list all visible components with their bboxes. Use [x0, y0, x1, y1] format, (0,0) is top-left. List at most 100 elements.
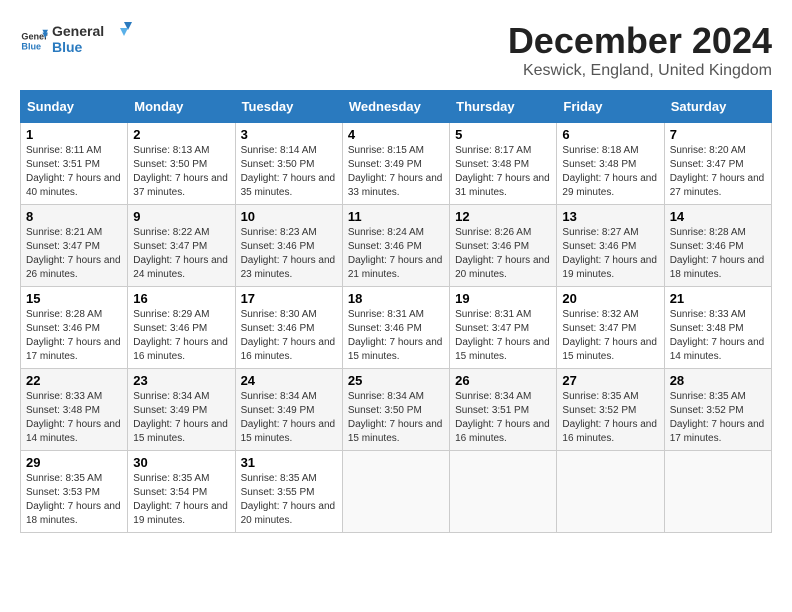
header-section: General Blue General Blue December 2024 …: [20, 20, 772, 80]
logo: General Blue General Blue: [20, 20, 132, 61]
day-number: 10: [241, 209, 337, 224]
day-info: Sunrise: 8:24 AM Sunset: 3:46 PM Dayligh…: [348, 226, 444, 282]
day-number: 25: [348, 373, 444, 388]
day-info: Sunrise: 8:35 AM Sunset: 3:52 PM Dayligh…: [562, 390, 658, 446]
day-info: Sunrise: 8:32 AM Sunset: 3:47 PM Dayligh…: [562, 308, 658, 364]
day-info: Sunrise: 8:27 AM Sunset: 3:46 PM Dayligh…: [562, 226, 658, 282]
table-row: 9 Sunrise: 8:22 AM Sunset: 3:47 PM Daylig…: [128, 205, 235, 287]
day-number: 14: [670, 209, 766, 224]
day-info: Sunrise: 8:17 AM Sunset: 3:48 PM Dayligh…: [455, 144, 551, 200]
day-info: Sunrise: 8:15 AM Sunset: 3:49 PM Dayligh…: [348, 144, 444, 200]
day-number: 4: [348, 127, 444, 142]
table-row: 31 Sunrise: 8:35 AM Sunset: 3:55 PM Dayli…: [235, 451, 342, 533]
day-info: Sunrise: 8:34 AM Sunset: 3:51 PM Dayligh…: [455, 390, 551, 446]
day-info: Sunrise: 8:13 AM Sunset: 3:50 PM Dayligh…: [133, 144, 229, 200]
table-row: 30 Sunrise: 8:35 AM Sunset: 3:54 PM Dayli…: [128, 451, 235, 533]
svg-text:Blue: Blue: [21, 41, 41, 51]
day-number: 9: [133, 209, 229, 224]
day-number: 19: [455, 291, 551, 306]
table-row: 18 Sunrise: 8:31 AM Sunset: 3:46 PM Dayli…: [342, 287, 449, 369]
day-info: Sunrise: 8:35 AM Sunset: 3:54 PM Dayligh…: [133, 472, 229, 528]
table-row: [450, 451, 557, 533]
day-number: 27: [562, 373, 658, 388]
table-row: 4 Sunrise: 8:15 AM Sunset: 3:49 PM Daylig…: [342, 123, 449, 205]
day-number: 1: [26, 127, 122, 142]
col-tuesday: Tuesday: [235, 91, 342, 123]
table-row: 29 Sunrise: 8:35 AM Sunset: 3:53 PM Dayli…: [21, 451, 128, 533]
table-row: 23Sunrise: 8:34 AM Sunset: 3:49 PM Dayli…: [128, 369, 235, 451]
day-info: Sunrise: 8:28 AM Sunset: 3:46 PM Dayligh…: [26, 308, 122, 364]
day-number: 21: [670, 291, 766, 306]
table-row: 8Sunrise: 8:21 AM Sunset: 3:47 PM Daylig…: [21, 205, 128, 287]
day-number: 3: [241, 127, 337, 142]
day-number: 20: [562, 291, 658, 306]
table-row: 2 Sunrise: 8:13 AM Sunset: 3:50 PM Daylig…: [128, 123, 235, 205]
table-row: 27 Sunrise: 8:35 AM Sunset: 3:52 PM Dayli…: [557, 369, 664, 451]
day-number: 26: [455, 373, 551, 388]
calendar-header-row: Sunday Monday Tuesday Wednesday Thursday…: [21, 91, 772, 123]
day-number: 16: [133, 291, 229, 306]
location-title: Keswick, England, United Kingdom: [508, 62, 772, 80]
day-info: Sunrise: 8:35 AM Sunset: 3:55 PM Dayligh…: [241, 472, 337, 528]
table-row: 17 Sunrise: 8:30 AM Sunset: 3:46 PM Dayli…: [235, 287, 342, 369]
day-info: Sunrise: 8:28 AM Sunset: 3:46 PM Dayligh…: [670, 226, 766, 282]
day-info: Sunrise: 8:20 AM Sunset: 3:47 PM Dayligh…: [670, 144, 766, 200]
calendar: Sunday Monday Tuesday Wednesday Thursday…: [20, 90, 772, 533]
day-number: 28: [670, 373, 766, 388]
day-info: Sunrise: 8:31 AM Sunset: 3:47 PM Dayligh…: [455, 308, 551, 364]
table-row: 7 Sunrise: 8:20 AM Sunset: 3:47 PM Daylig…: [664, 123, 771, 205]
day-number: 30: [133, 455, 229, 470]
day-number: 8: [26, 209, 122, 224]
col-wednesday: Wednesday: [342, 91, 449, 123]
table-row: 14 Sunrise: 8:28 AM Sunset: 3:46 PM Dayli…: [664, 205, 771, 287]
table-row: [342, 451, 449, 533]
table-row: 16 Sunrise: 8:29 AM Sunset: 3:46 PM Dayli…: [128, 287, 235, 369]
day-info: Sunrise: 8:18 AM Sunset: 3:48 PM Dayligh…: [562, 144, 658, 200]
table-row: 5 Sunrise: 8:17 AM Sunset: 3:48 PM Daylig…: [450, 123, 557, 205]
col-sunday: Sunday: [21, 91, 128, 123]
day-info: Sunrise: 8:31 AM Sunset: 3:46 PM Dayligh…: [348, 308, 444, 364]
day-number: 18: [348, 291, 444, 306]
table-row: 12Sunrise: 8:26 AM Sunset: 3:46 PM Dayli…: [450, 205, 557, 287]
day-info: Sunrise: 8:34 AM Sunset: 3:49 PM Dayligh…: [241, 390, 337, 446]
day-info: Sunrise: 8:29 AM Sunset: 3:46 PM Dayligh…: [133, 308, 229, 364]
calendar-week-row: 1Sunrise: 8:11 AM Sunset: 3:51 PM Daylig…: [21, 123, 772, 205]
col-thursday: Thursday: [450, 91, 557, 123]
calendar-week-row: 22 Sunrise: 8:33 AM Sunset: 3:48 PM Dayli…: [21, 369, 772, 451]
day-number: 29: [26, 455, 122, 470]
calendar-week-row: 8Sunrise: 8:21 AM Sunset: 3:47 PM Daylig…: [21, 205, 772, 287]
day-info: Sunrise: 8:34 AM Sunset: 3:50 PM Dayligh…: [348, 390, 444, 446]
table-row: 25 Sunrise: 8:34 AM Sunset: 3:50 PM Dayli…: [342, 369, 449, 451]
table-row: 26 Sunrise: 8:34 AM Sunset: 3:51 PM Dayli…: [450, 369, 557, 451]
table-row: 6 Sunrise: 8:18 AM Sunset: 3:48 PM Daylig…: [557, 123, 664, 205]
day-info: Sunrise: 8:33 AM Sunset: 3:48 PM Dayligh…: [26, 390, 122, 446]
day-info: Sunrise: 8:30 AM Sunset: 3:46 PM Dayligh…: [241, 308, 337, 364]
day-info: Sunrise: 8:23 AM Sunset: 3:46 PM Dayligh…: [241, 226, 337, 282]
day-number: 17: [241, 291, 337, 306]
day-number: 24: [241, 373, 337, 388]
day-number: 7: [670, 127, 766, 142]
table-row: [664, 451, 771, 533]
table-row: 1Sunrise: 8:11 AM Sunset: 3:51 PM Daylig…: [21, 123, 128, 205]
table-row: 21 Sunrise: 8:33 AM Sunset: 3:48 PM Dayli…: [664, 287, 771, 369]
day-info: Sunrise: 8:33 AM Sunset: 3:48 PM Dayligh…: [670, 308, 766, 364]
day-number: 2: [133, 127, 229, 142]
day-info: Sunrise: 8:14 AM Sunset: 3:50 PM Dayligh…: [241, 144, 337, 200]
day-info: Sunrise: 8:35 AM Sunset: 3:53 PM Dayligh…: [26, 472, 122, 528]
title-section: December 2024 Keswick, England, United K…: [508, 20, 772, 80]
day-number: 31: [241, 455, 337, 470]
col-monday: Monday: [128, 91, 235, 123]
day-number: 15: [26, 291, 122, 306]
day-number: 22: [26, 373, 122, 388]
calendar-week-row: 15 Sunrise: 8:28 AM Sunset: 3:46 PM Dayli…: [21, 287, 772, 369]
calendar-week-row: 29 Sunrise: 8:35 AM Sunset: 3:53 PM Dayli…: [21, 451, 772, 533]
table-row: 15 Sunrise: 8:28 AM Sunset: 3:46 PM Dayli…: [21, 287, 128, 369]
logo-general: General Blue: [52, 20, 132, 61]
day-number: 6: [562, 127, 658, 142]
day-info: Sunrise: 8:35 AM Sunset: 3:52 PM Dayligh…: [670, 390, 766, 446]
table-row: 19 Sunrise: 8:31 AM Sunset: 3:47 PM Dayli…: [450, 287, 557, 369]
day-info: Sunrise: 8:22 AM Sunset: 3:47 PM Dayligh…: [133, 226, 229, 282]
table-row: [557, 451, 664, 533]
day-number: 5: [455, 127, 551, 142]
col-friday: Friday: [557, 91, 664, 123]
